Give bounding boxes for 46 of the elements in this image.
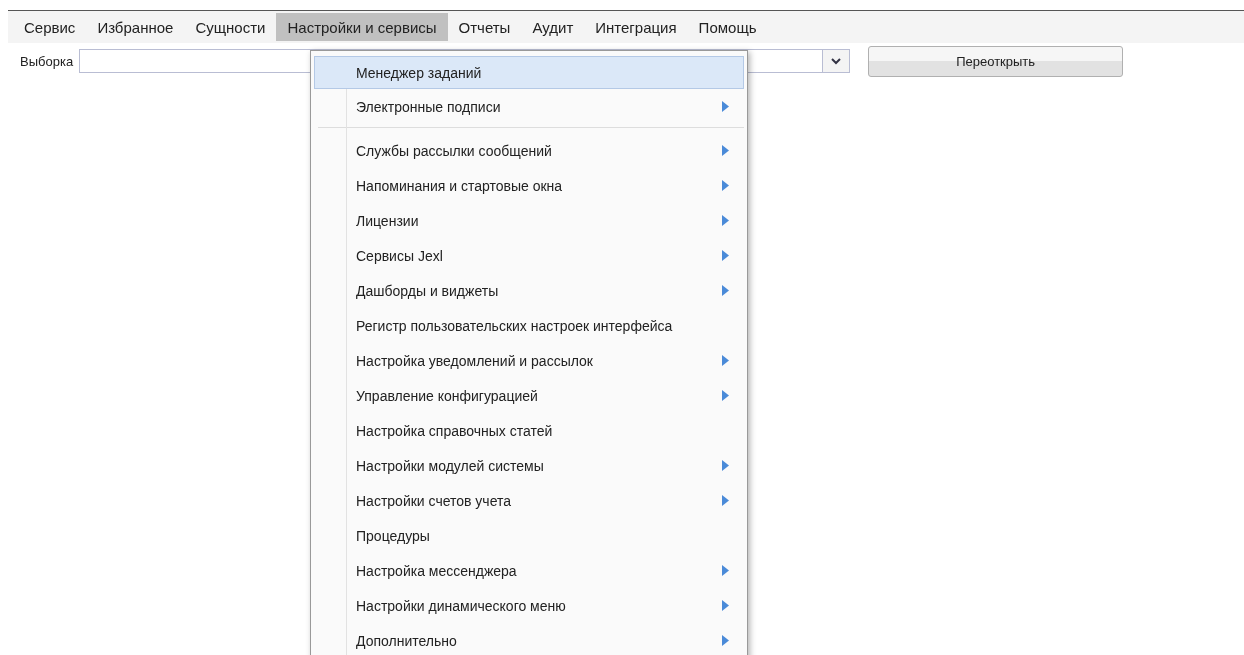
menu-item[interactable]: Напоминания и стартовые окна — [314, 168, 744, 203]
menu-item[interactable]: Настройки модулей системы — [314, 448, 744, 483]
menu-item[interactable]: Лицензии — [314, 203, 744, 238]
menu-bar-item[interactable]: Сущности — [184, 13, 277, 41]
dropdown-button[interactable] — [822, 50, 850, 72]
menu-bar-item[interactable]: Интеграция — [584, 13, 688, 41]
menu-item-label: Регистр пользовательских настроек интерфейса — [356, 317, 673, 334]
menu-item-label: Настройки модулей системы — [356, 457, 544, 474]
menu-item[interactable]: Службы рассылки сообщений — [314, 133, 744, 168]
selection-label: Выборка — [20, 53, 74, 69]
menu-bar-item[interactable]: Избранное — [86, 13, 185, 41]
menu-item-label: Настройки динамического меню — [356, 597, 566, 614]
menu-item[interactable]: Электронные подписи — [314, 89, 744, 124]
menu-item-label: Службы рассылки сообщений — [356, 142, 552, 159]
menu-bar-item[interactable]: Сервис — [13, 13, 87, 41]
menu-item-label: Процедуры — [356, 527, 430, 544]
menu-item-label: Напоминания и стартовые окна — [356, 177, 563, 194]
menu-bar-item[interactable]: Помощь — [687, 13, 768, 41]
menu-item[interactable]: Настройка мессенджера — [314, 553, 744, 588]
menu-item-label: Настройки счетов учета — [356, 492, 512, 509]
menu-item[interactable]: Регистр пользовательских настроек интерфейса — [314, 308, 744, 343]
menu-item[interactable]: Настройка справочных статей — [314, 413, 744, 448]
menu-item-label: Управление конфигурацией — [356, 387, 538, 404]
menu-item-label: Настройка уведомлений и рассылок — [356, 352, 593, 369]
menu-item[interactable]: Дополнительно — [314, 623, 744, 655]
menu-item[interactable]: Процедуры — [314, 518, 744, 553]
menu-item-label: Лицензии — [356, 212, 419, 229]
chevron-down-icon — [831, 57, 842, 65]
menu-bar-item[interactable]: Отчеты — [447, 13, 522, 41]
menu-item[interactable]: Дашборды и виджеты — [314, 273, 744, 308]
menu-item[interactable]: Настройка уведомлений и рассылок — [314, 343, 744, 378]
menu-item-label: Настройка справочных статей — [356, 422, 553, 439]
menu-item-label: Менеджер заданий — [356, 64, 482, 81]
menu-item[interactable]: Управление конфигурацией — [314, 378, 744, 413]
menu-item-label: Дашборды и виджеты — [356, 282, 499, 299]
menu-item-label: Сервисы Jexl — [356, 247, 443, 264]
menu-item[interactable]: Сервисы Jexl — [314, 238, 744, 273]
menu-item-label: Настройка мессенджера — [356, 562, 517, 579]
menu-item-label: Электронные подписи — [356, 98, 501, 115]
menu-bar-item[interactable]: Аудит — [521, 13, 585, 41]
menu-item[interactable]: Менеджер заданий — [314, 56, 744, 89]
menu-item[interactable]: Настройки счетов учета — [314, 483, 744, 518]
menu-bar-item[interactable]: Настройки и сервисы — [276, 13, 448, 41]
reopen-button[interactable]: Переоткрыть — [868, 45, 1124, 77]
menu-item-label: Дополнительно — [356, 632, 457, 649]
menu-item[interactable]: Настройки динамического меню — [314, 588, 744, 623]
